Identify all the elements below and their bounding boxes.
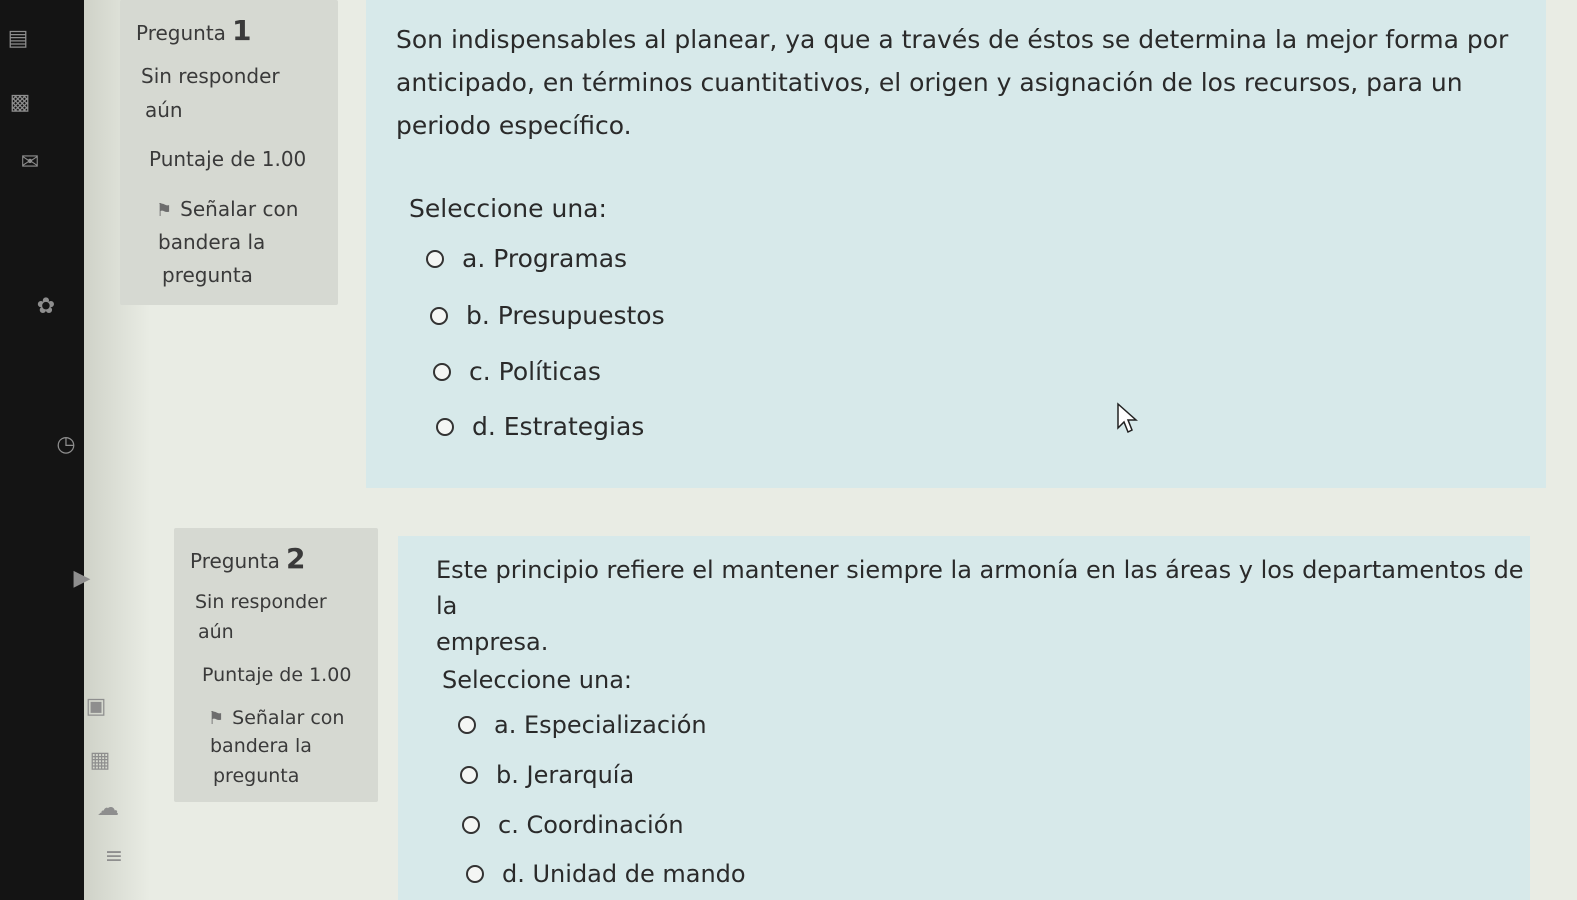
image-icon[interactable]: ▩ xyxy=(4,86,36,118)
option-label: d. Estrategias xyxy=(472,412,645,441)
question-1-option-a[interactable]: a. Programas xyxy=(426,244,627,273)
question-number: 2 xyxy=(285,542,306,575)
flag-label-line1: Señalar con xyxy=(232,707,345,729)
question-2-flag-line3[interactable]: pregunta xyxy=(213,765,299,787)
play-icon[interactable]: ▶ xyxy=(66,562,98,594)
clock-icon[interactable]: ◷ xyxy=(50,428,82,460)
question-2-score: Puntaje de 1.00 xyxy=(202,664,352,686)
question-text-line: anticipado, en términos cuantitativos, e… xyxy=(396,68,1463,97)
question-2-content: Este principio refiere el mantener siemp… xyxy=(398,536,1530,900)
question-1-score: Puntaje de 1.00 xyxy=(149,147,307,171)
question-2-status-line1: Sin responder xyxy=(195,591,327,613)
question-2-status-line2: aún xyxy=(198,621,234,643)
radio-button[interactable] xyxy=(466,865,484,883)
option-label: d. Unidad de mando xyxy=(502,860,746,888)
option-label: b. Jerarquía xyxy=(496,761,635,789)
radio-button[interactable] xyxy=(430,306,448,325)
question-1-option-b[interactable]: b. Presupuestos xyxy=(430,301,665,330)
mouse-cursor-icon xyxy=(1117,402,1138,434)
option-label: b. Presupuestos xyxy=(466,301,665,330)
question-1-flag-line3[interactable]: pregunta xyxy=(162,263,253,287)
question-1-flag[interactable]: ⚑ Señalar con xyxy=(156,197,298,221)
question-2-info-panel: Pregunta 2 Sin responder aún Puntaje de 1… xyxy=(174,528,378,802)
radio-button[interactable] xyxy=(436,417,454,436)
flag-label-line1: Señalar con xyxy=(180,197,299,221)
question-1-option-d[interactable]: d. Estrategias xyxy=(436,412,644,441)
question-1-text: Son indispensables al planear, ya que a … xyxy=(396,18,1508,147)
radio-button[interactable] xyxy=(426,249,444,268)
question-number: 1 xyxy=(231,14,252,47)
question-2-flag-line2[interactable]: bandera la xyxy=(210,735,312,757)
calendar-icon[interactable]: ▤ xyxy=(2,22,34,54)
option-label: c. Coordinación xyxy=(498,811,684,839)
question-text-line: Son indispensables al planear, ya que a … xyxy=(396,25,1509,54)
question-1-number: Pregunta 1 xyxy=(136,14,251,47)
flag-icon: ⚑ xyxy=(208,708,225,729)
radio-button[interactable] xyxy=(433,362,451,381)
question-text-line: periodo específico. xyxy=(396,111,632,140)
option-label: c. Políticas xyxy=(469,357,601,386)
question-text-line: Este principio refiere el mantener siemp… xyxy=(436,556,1524,620)
bookmark-icon[interactable]: ▣ xyxy=(80,690,112,722)
openai-icon[interactable]: ✿ xyxy=(30,290,62,322)
mail-icon[interactable]: ✉ xyxy=(14,146,46,178)
question-2-option-a[interactable]: a. Especialización xyxy=(458,711,707,739)
question-2-prompt: Seleccione una: xyxy=(442,666,632,694)
question-1-flag-line2[interactable]: bandera la xyxy=(158,230,265,254)
question-1-prompt: Seleccione una: xyxy=(409,194,607,223)
radio-button[interactable] xyxy=(460,766,478,784)
flag-icon: ⚑ xyxy=(156,200,173,221)
question-2-option-b[interactable]: b. Jerarquía xyxy=(460,761,634,789)
question-text-line: empresa. xyxy=(436,628,549,656)
question-2-option-d[interactable]: d. Unidad de mando xyxy=(466,860,746,888)
cloud-icon[interactable]: ☁ xyxy=(92,792,124,824)
question-2-flag[interactable]: ⚑ Señalar con xyxy=(208,707,344,729)
question-1-status-line1: Sin responder xyxy=(141,64,280,88)
question-label: Pregunta xyxy=(136,21,226,45)
question-1-content: Son indispensables al planear, ya que a … xyxy=(366,0,1546,488)
question-2-text: Este principio refiere el mantener siemp… xyxy=(436,552,1530,660)
question-2-option-c[interactable]: c. Coordinación xyxy=(462,811,684,839)
question-1-option-c[interactable]: c. Políticas xyxy=(433,357,601,386)
text-icon[interactable]: ≡ xyxy=(98,840,130,872)
option-label: a. Programas xyxy=(462,244,628,273)
question-label: Pregunta xyxy=(190,549,280,573)
radio-button[interactable] xyxy=(462,816,480,834)
question-2-number: Pregunta 2 xyxy=(190,542,305,575)
folder-icon[interactable]: ▦ xyxy=(84,744,116,776)
option-label: a. Especialización xyxy=(494,711,707,739)
question-1-info-panel: Pregunta 1 Sin responder aún Puntaje de 1… xyxy=(120,0,338,305)
radio-button[interactable] xyxy=(458,716,476,734)
question-1-status-line2: aún xyxy=(145,98,183,122)
